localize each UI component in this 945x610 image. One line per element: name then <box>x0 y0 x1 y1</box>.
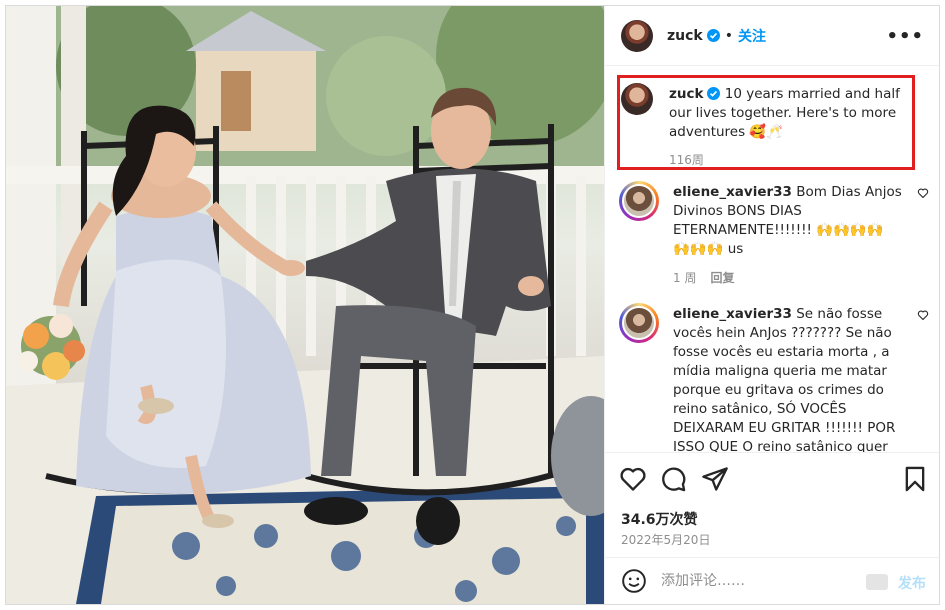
comment-icon[interactable] <box>659 465 687 493</box>
photo-illustration <box>6 6 604 604</box>
post-dialog: zuck • 关注 ••• zuck 10 years married and … <box>5 5 940 605</box>
separator-dot: • <box>724 27 733 44</box>
like-count[interactable]: 34.6万次赞 <box>621 509 698 529</box>
comment-text: eliene_xavier33 Se não fosse vocês hein … <box>673 305 903 452</box>
post-date: 2022年5月20日 <box>621 533 711 547</box>
comment-text: eliene_xavier33 Bom Dias Anjos Divinos B… <box>673 183 903 259</box>
input-scroll-arrows[interactable] <box>866 574 888 590</box>
reply-button[interactable]: 回复 <box>710 271 734 285</box>
comment-like-icon[interactable] <box>917 187 929 199</box>
bookmark-icon[interactable] <box>901 465 929 493</box>
comment-like-icon[interactable] <box>917 309 929 321</box>
heart-icon[interactable] <box>619 465 647 493</box>
post-comment-button[interactable]: 发布 <box>898 573 926 593</box>
highlight-box <box>617 75 915 170</box>
commenter-avatar[interactable] <box>622 184 656 218</box>
emoji-icon[interactable] <box>621 568 647 594</box>
post-photo[interactable] <box>6 6 604 604</box>
more-options-icon[interactable]: ••• <box>886 26 924 47</box>
share-icon[interactable] <box>701 465 729 493</box>
comments-list[interactable]: zuck 10 years married and half our lives… <box>605 67 939 452</box>
comment-meta: 1 周回复 <box>673 269 748 286</box>
comment-time: 1 周 <box>673 271 697 285</box>
author-username[interactable]: zuck <box>667 28 703 44</box>
action-bar: 34.6万次赞 2022年5月20日 <box>605 452 939 557</box>
comment-body: Se não fosse vocês hein AnJos ??????? Se… <box>673 306 896 452</box>
add-comment-bar: 发布 <box>605 557 939 604</box>
comment-item: eliene_xavier33 Bom Dias Anjos Divinos B… <box>619 181 929 293</box>
author-avatar[interactable] <box>621 19 653 52</box>
comment-input[interactable] <box>661 573 851 589</box>
post-side-panel: zuck • 关注 ••• zuck 10 years married and … <box>604 6 939 604</box>
verified-badge-icon <box>706 29 720 42</box>
commenter-username[interactable]: eliene_xavier33 <box>673 184 792 200</box>
commenter-username[interactable]: eliene_xavier33 <box>673 306 792 322</box>
commenter-avatar[interactable] <box>622 306 656 340</box>
post-header: zuck • 关注 ••• <box>605 6 939 66</box>
comment-item: eliene_xavier33 Se não fosse vocês hein … <box>619 303 929 452</box>
follow-button[interactable]: 关注 <box>738 26 766 46</box>
